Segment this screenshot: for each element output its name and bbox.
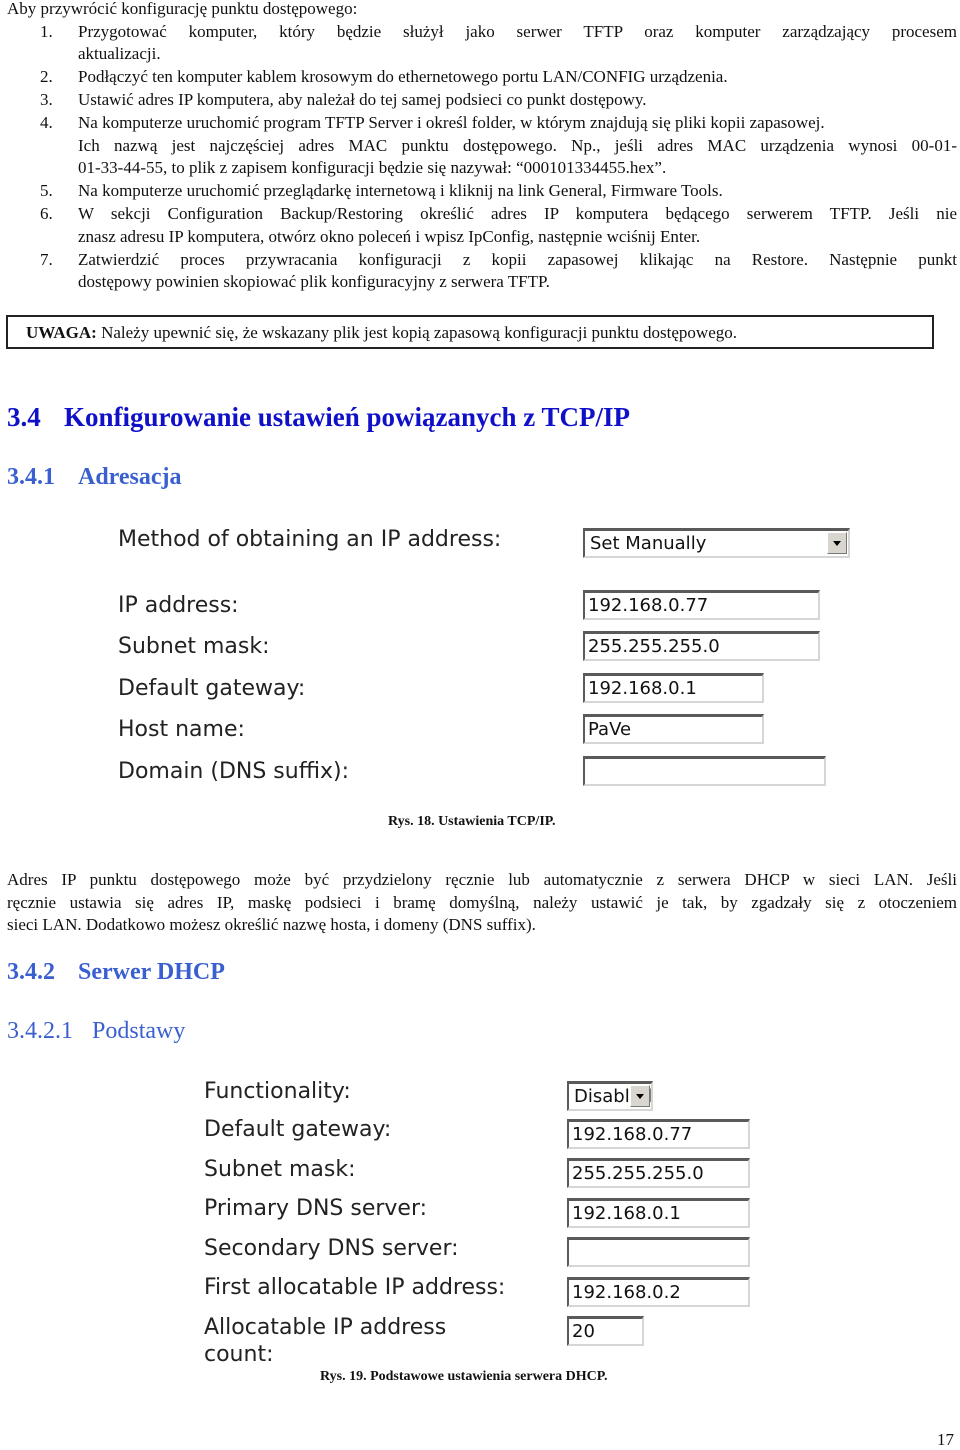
warning-label: UWAGA:: [26, 323, 97, 342]
ip-count-label: Allocatable IP address: [204, 1315, 447, 1340]
ip-count-field[interactable]: 20: [567, 1316, 644, 1346]
step-line: Podłączyć ten komputer kablem krosowym d…: [78, 67, 728, 86]
section-number: 3.4: [7, 402, 41, 432]
default-gateway-field[interactable]: 192.168.0.1: [583, 673, 764, 703]
step-line: aktualizacji.: [78, 44, 161, 63]
ip-count-label-cont: count:: [204, 1342, 274, 1367]
figure-caption-18: Rys. 18. Ustawienia TCP/IP.: [388, 814, 556, 829]
host-name-field[interactable]: PaVe: [583, 714, 764, 744]
primary-dns-label: Primary DNS server:: [204, 1196, 428, 1221]
ip-address-field[interactable]: 192.168.0.77: [583, 590, 820, 620]
step-number: 2.: [40, 67, 53, 86]
paragraph-line: ręcznie ustawia się adres IP, maskę pods…: [7, 893, 957, 912]
step-number: 3.: [40, 90, 53, 109]
intro-text: Aby przywrócić konfigurację punktu dostę…: [7, 0, 358, 18]
domain-field[interactable]: [583, 756, 826, 786]
section-number: 3.4.2.1: [7, 1018, 73, 1044]
secondary-dns-label: Secondary DNS server:: [204, 1236, 459, 1261]
method-label: Method of obtaining an IP address:: [118, 527, 502, 552]
figure-caption-19: Rys. 19. Podstawowe ustawienia serwera D…: [320, 1369, 608, 1384]
section-heading-3-4-2: 3.4.2 Serwer DHCP: [7, 959, 225, 986]
step-line: W sekcji Configuration Backup/Restoring …: [78, 204, 957, 223]
step-number: 1.: [40, 22, 53, 41]
step-number: 7.: [40, 250, 53, 269]
section-heading-3-4: 3.4 Konfigurowanie ustawień powiązanych z…: [7, 402, 630, 433]
paragraph-line: sieci LAN. Dodatkowo możesz określić naz…: [7, 915, 536, 934]
first-ip-field[interactable]: 192.168.0.2: [567, 1277, 750, 1307]
section-title: Konfigurowanie ustawień powiązanych z TC…: [64, 402, 631, 432]
section-heading-3-4-2-1: 3.4.2.1 Podstawy: [7, 1018, 185, 1045]
dhcp-gateway-label: Default gateway:: [204, 1117, 392, 1142]
section-title: Adresacja: [78, 464, 182, 490]
method-select[interactable]: Set Manually: [583, 528, 850, 558]
section-number: 3.4.2: [7, 959, 55, 985]
step-line: 01-33-44-55, to plik z zapisem konfigura…: [78, 158, 667, 177]
method-select-value: Set Manually: [590, 533, 707, 554]
step-line: Przygotować komputer, który będzie służy…: [78, 22, 957, 41]
secondary-dns-field[interactable]: [567, 1237, 750, 1267]
step-number: 6.: [40, 204, 53, 223]
dhcp-gateway-field[interactable]: 192.168.0.77: [567, 1119, 750, 1149]
functionality-label: Functionality:: [204, 1079, 351, 1104]
primary-dns-field[interactable]: 192.168.0.1: [567, 1198, 750, 1228]
section-title: Podstawy: [92, 1018, 186, 1044]
chevron-down-icon[interactable]: [827, 532, 847, 554]
warning-note-box: UWAGA: Należy upewnić się, że wskazany p…: [6, 315, 934, 349]
chevron-down-icon[interactable]: [630, 1085, 650, 1107]
functionality-select[interactable]: Disabled: [567, 1081, 653, 1111]
paragraph-line: Adres IP punktu dostępowego może być prz…: [7, 870, 957, 889]
step-line: znasz adresu IP komputera, otwórz okno p…: [78, 227, 701, 246]
ip-address-label: IP address:: [118, 593, 239, 618]
dhcp-subnet-mask-label: Subnet mask:: [204, 1157, 356, 1182]
step-line: Na komputerze uruchomić program TFTP Ser…: [78, 113, 825, 132]
page-number: 17: [937, 1430, 954, 1449]
subnet-mask-label: Subnet mask:: [118, 634, 270, 659]
domain-label: Domain (DNS suffix):: [118, 759, 349, 784]
subnet-mask-field[interactable]: 255.255.255.0: [583, 631, 820, 661]
section-heading-3-4-1: 3.4.1 Adresacja: [7, 464, 182, 491]
step-line: Ich nazwą jest najczęściej adres MAC pun…: [78, 136, 957, 155]
first-ip-label: First allocatable IP address:: [204, 1275, 506, 1300]
step-line: Ustawić adres IP komputera, aby należał …: [78, 90, 647, 109]
step-number: 4.: [40, 113, 53, 132]
step-line: dostępowy powinien skopiować plik konfig…: [78, 272, 550, 291]
warning-note: UWAGA: Należy upewnić się, że wskazany p…: [26, 323, 737, 343]
section-number: 3.4.1: [7, 464, 55, 490]
warning-text: Należy upewnić się, że wskazany plik jes…: [96, 323, 737, 342]
default-gateway-label: Default gateway:: [118, 676, 306, 701]
section-title: Serwer DHCP: [78, 959, 225, 985]
step-number: 5.: [40, 181, 53, 200]
step-line: Na komputerze uruchomić przeglądarkę int…: [78, 181, 723, 200]
host-name-label: Host name:: [118, 717, 245, 742]
step-line: Zatwierdzić proces przywracania konfigur…: [78, 250, 957, 269]
dhcp-subnet-mask-field[interactable]: 255.255.255.0: [567, 1158, 750, 1188]
